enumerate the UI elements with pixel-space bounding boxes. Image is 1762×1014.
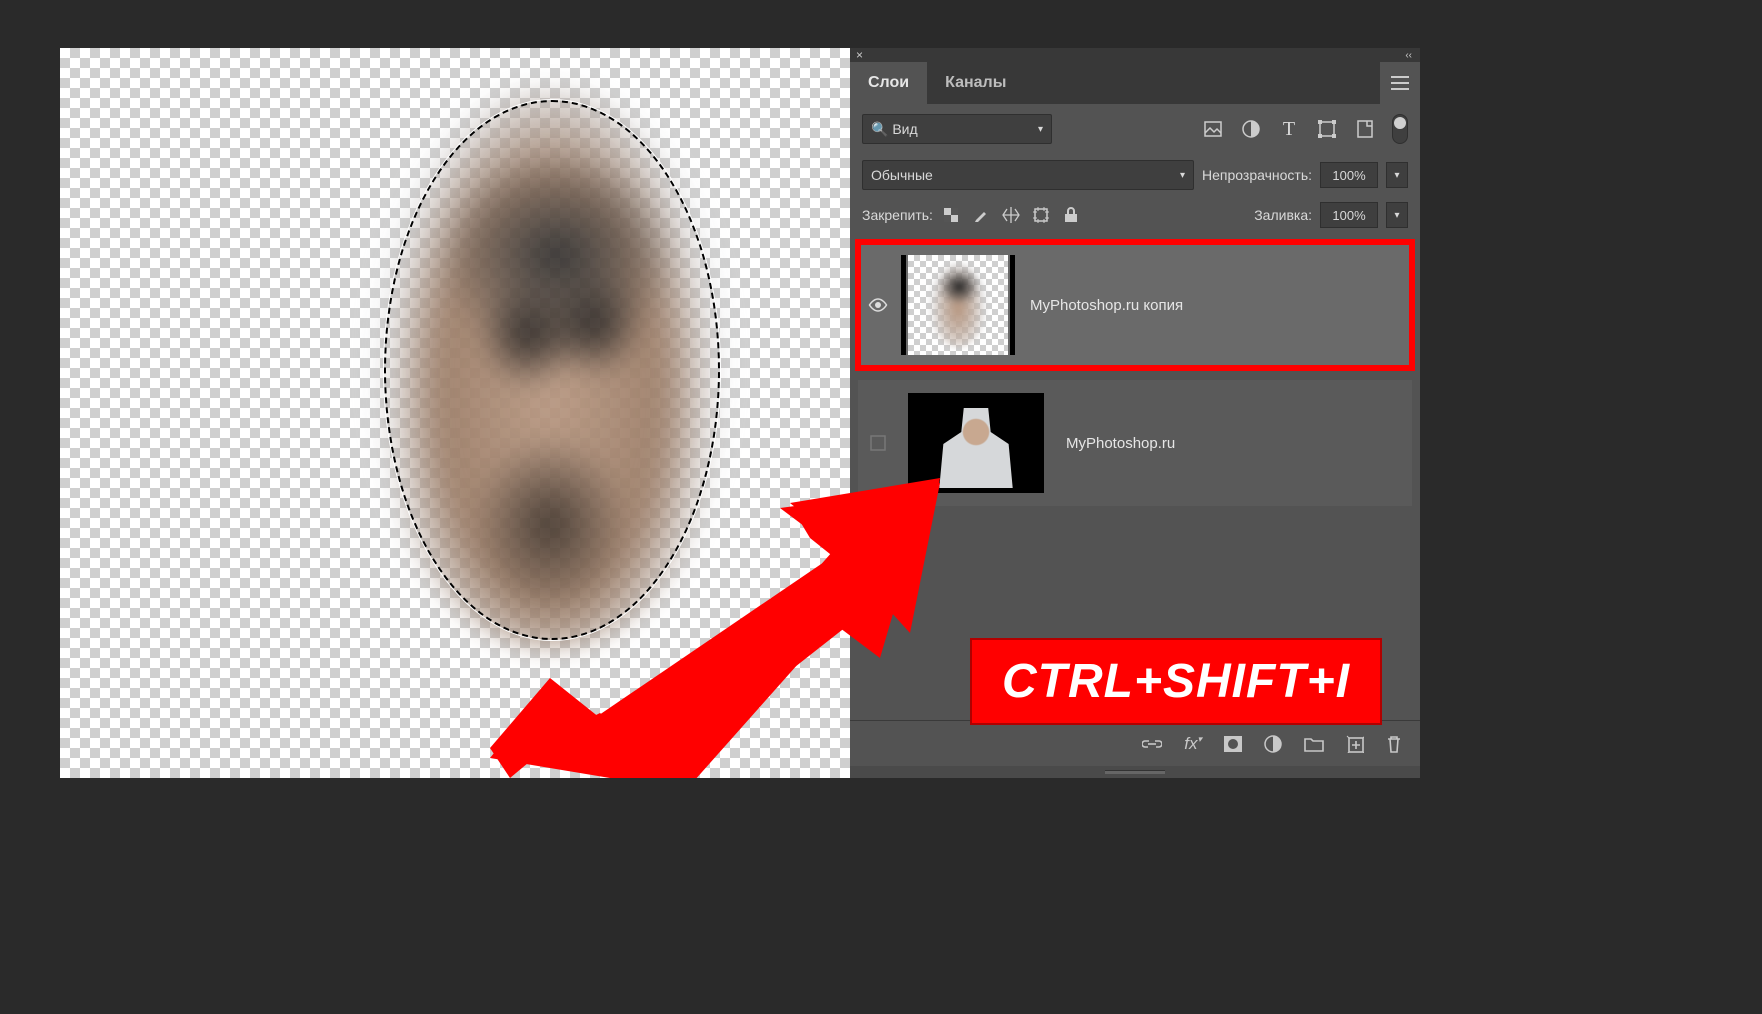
type-icon[interactable]: T [1278,118,1300,140]
mask-icon[interactable] [1224,736,1242,752]
chevron-down-icon: ▾ [1038,124,1043,135]
workspace: × ‹‹ Слои Каналы 🔍 Вид ▾ T [60,48,1460,778]
close-icon[interactable]: × [856,48,863,62]
marquee-selection[interactable] [384,100,720,640]
shortcut-badge: CTRL+SHIFT+I [970,638,1382,725]
shape-icon[interactable] [1316,118,1338,140]
filter-kind-select[interactable]: 🔍 Вид ▾ [862,114,1052,144]
trash-icon[interactable] [1386,735,1402,753]
tab-channels[interactable]: Каналы [927,62,1024,104]
lock-label: Закрепить: [862,207,933,223]
collapse-icon[interactable]: ‹‹ [1405,50,1412,61]
blend-mode-value: Обычные [871,167,933,183]
fill-flyout[interactable]: ▾ [1386,202,1408,228]
layer-thumbnail[interactable] [908,393,1044,493]
fx-icon[interactable]: fx▾ [1184,734,1202,754]
search-icon: 🔍 [871,121,888,138]
eye-icon [868,298,888,312]
adjustment-icon[interactable] [1240,118,1262,140]
filter-type-icons: T [1202,114,1408,144]
lock-position-icon[interactable] [1001,205,1021,225]
opacity-label: Непрозрачность: [1202,167,1312,183]
lock-icons [941,205,1081,225]
chevron-down-icon: ▾ [1180,170,1185,181]
tab-layers[interactable]: Слои [850,62,927,104]
visibility-toggle[interactable] [858,435,898,451]
panel-tabs: Слои Каналы [850,62,1420,104]
filter-toggle[interactable] [1392,114,1408,144]
adjustment-layer-icon[interactable] [1264,735,1282,753]
new-layer-icon[interactable] [1346,735,1364,753]
link-icon[interactable] [1142,738,1162,750]
blend-mode-select[interactable]: Обычные ▾ [862,160,1194,190]
panel-titlebar: × ‹‹ [850,48,1420,62]
lock-row: Закрепить: Заливка: 100% ▾ [850,196,1420,234]
smartobject-icon[interactable] [1354,118,1376,140]
visibility-toggle[interactable] [858,298,898,312]
layer-row[interactable]: MyPhotoshop.ru копия [858,242,1412,368]
lock-all-icon[interactable] [1061,205,1081,225]
opacity-value[interactable]: 100% [1320,162,1378,188]
panel-menu-button[interactable] [1380,62,1420,104]
panel-footer: fx▾ [850,720,1420,766]
blend-row: Обычные ▾ Непрозрачность: 100% ▾ [850,154,1420,196]
layer-row[interactable]: MyPhotoshop.ru [858,380,1412,506]
layer-thumbnail[interactable] [908,255,1008,355]
lock-artboard-icon[interactable] [1031,205,1051,225]
fill-label: Заливка: [1254,207,1312,223]
group-icon[interactable] [1304,736,1324,752]
lock-paint-icon[interactable] [971,205,991,225]
lock-transparent-icon[interactable] [941,205,961,225]
filter-kind-label: Вид [892,121,917,137]
opacity-flyout[interactable]: ▾ [1386,162,1408,188]
canvas[interactable] [60,48,850,778]
image-icon[interactable] [1202,118,1224,140]
layer-name[interactable]: MyPhotoshop.ru [1066,435,1175,452]
resize-grip[interactable] [850,766,1420,778]
layer-name[interactable]: MyPhotoshop.ru копия [1030,297,1183,314]
fill-value[interactable]: 100% [1320,202,1378,228]
filter-row: 🔍 Вид ▾ T [850,104,1420,154]
